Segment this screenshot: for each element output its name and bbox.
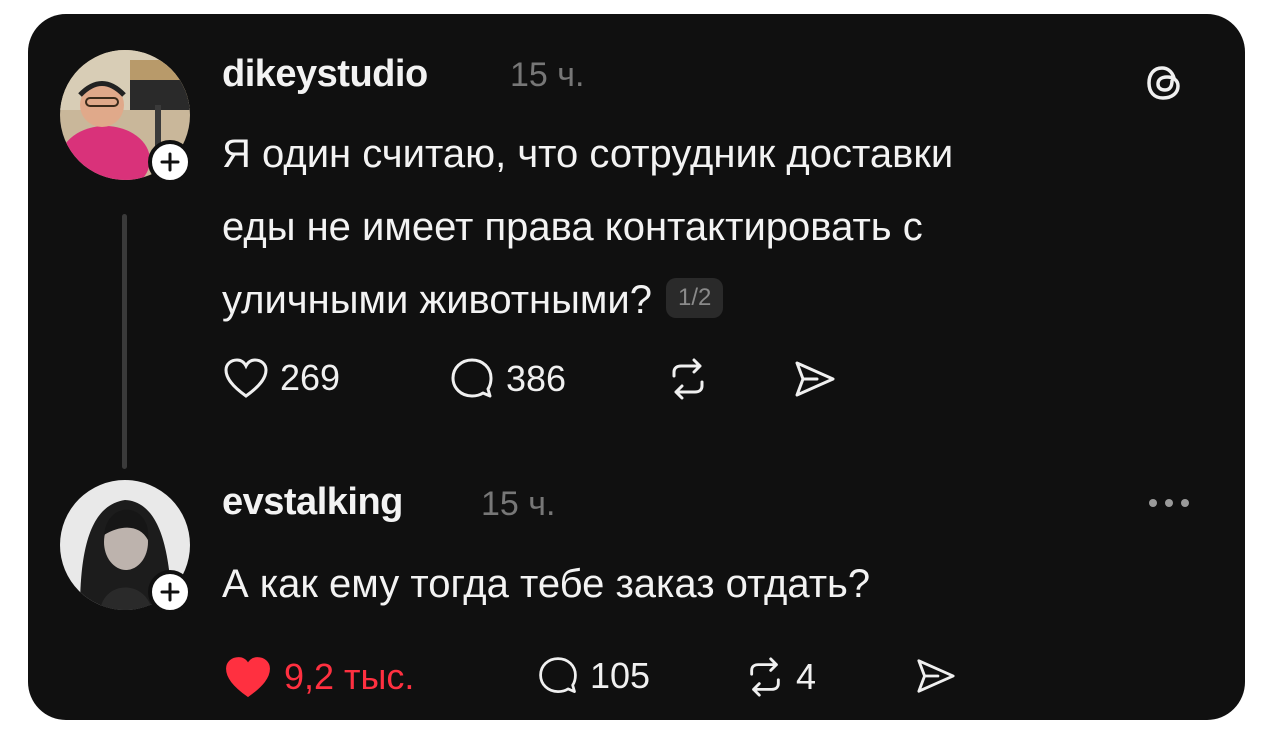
post-text-line-3-text: уличными животными? [222, 278, 652, 322]
like-button[interactable]: 269 [222, 356, 340, 400]
page-badge: 1/2 [665, 278, 724, 319]
thread-connector-line [122, 214, 127, 469]
reply-count: 386 [506, 358, 567, 399]
plus-icon [160, 582, 180, 602]
comment-icon [451, 358, 493, 398]
threads-logo-icon[interactable] [1140, 58, 1190, 108]
follow-plus-button[interactable] [148, 140, 192, 184]
post-text: Я один считаю, что сотрудник доставки ед… [222, 118, 953, 337]
repost-icon [672, 358, 704, 400]
heart-filled-icon [226, 657, 270, 698]
heart-icon [224, 358, 268, 398]
share-icon [917, 659, 955, 693]
repost-button[interactable] [666, 358, 710, 400]
reply-text-line: А как ему тогда тебе заказ отдать? [222, 562, 871, 606]
post-username[interactable]: dikeystudio [222, 53, 428, 96]
plus-icon [160, 152, 180, 172]
like-count: 269 [280, 357, 341, 398]
follow-plus-button[interactable] [148, 570, 192, 614]
reply-reply-button[interactable]: 105 [536, 654, 650, 698]
comment-icon [539, 657, 577, 693]
reply-repost-count: 4 [796, 656, 817, 697]
reply-like-button[interactable]: 9,2 тыс. [222, 654, 414, 700]
reply-like-count: 9,2 тыс. [284, 656, 415, 697]
reply-username[interactable]: evstalking [222, 481, 403, 524]
more-icon [1149, 499, 1189, 507]
reply-repost-button[interactable]: 4 [744, 656, 816, 698]
reply-share-button[interactable] [914, 656, 958, 696]
more-options-button[interactable] [1144, 488, 1194, 518]
threads-card: dikeystudio 15 ч. Я один считаю, что сот… [28, 14, 1245, 720]
repost-icon [750, 657, 780, 697]
reply-text: А как ему тогда тебе заказ отдать? [222, 548, 870, 621]
reply-reply-count: 105 [590, 655, 651, 696]
reply-button[interactable]: 386 [448, 356, 566, 402]
post-time: 15 ч. [510, 56, 585, 94]
share-button[interactable] [792, 358, 838, 400]
post-text-line-1: Я один считаю, что сотрудник доставки [222, 132, 954, 176]
post-text-line-3: уличными животными? 1/2 [222, 264, 953, 337]
post-text-line-2: еды не имеет права контактировать с [222, 205, 923, 249]
share-icon [795, 361, 835, 397]
reply-time: 15 ч. [481, 485, 556, 523]
